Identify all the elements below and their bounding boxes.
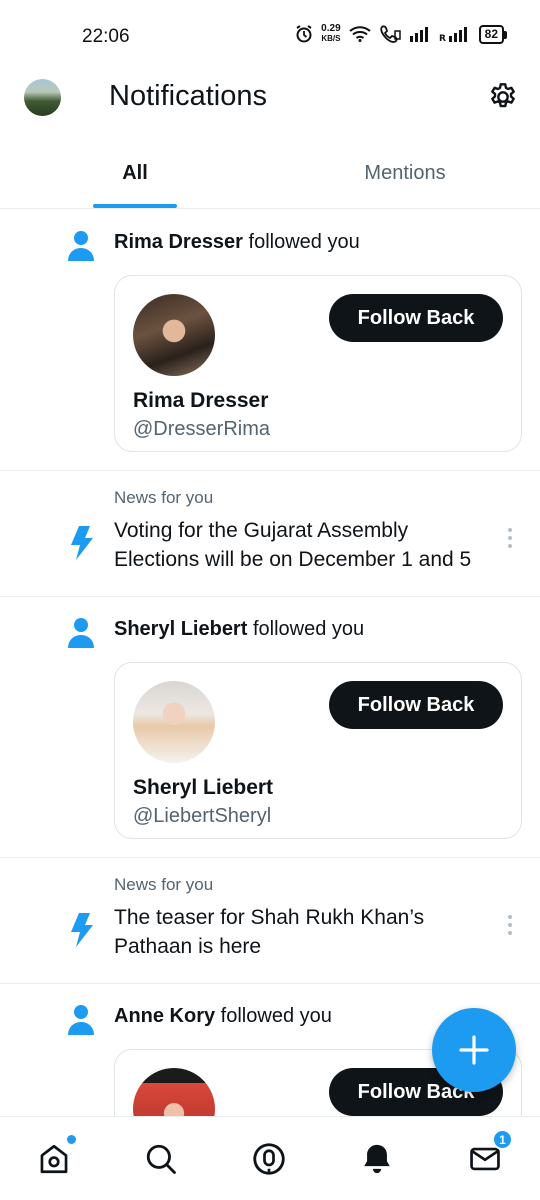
battery-icon: 82 [478,24,508,44]
follow-back-button[interactable]: Follow Back [329,681,503,729]
follow-notification[interactable]: Rima Dresser followed you Follow Back Ri… [0,210,540,471]
status-bar: 22:06 0.29 KB/S R 82 [0,0,540,68]
volte-call-icon [379,25,401,43]
follow-text: Sheryl Liebert followed you [114,618,364,641]
bottom-nav: 1 [0,1116,540,1200]
tab-all-label: All [122,162,148,184]
notifications-bell-icon [364,1144,390,1174]
settings-button[interactable] [486,80,520,114]
home-icon [40,1144,68,1174]
svg-text:R: R [439,34,446,42]
follow-action: followed you [247,618,365,640]
avatar[interactable] [133,294,215,376]
page-title: Notifications [109,80,267,112]
signal-icon [409,27,428,42]
spaces-icon [253,1143,285,1175]
news-text: The teaser for Shah Rukh Khan’s Pathaan … [114,906,425,958]
tab-bar: All Mentions [0,143,540,209]
roaming-signal-icon: R [439,27,467,42]
status-icons: 0.29 KB/S R 82 [295,24,508,44]
user-card[interactable]: Follow Back Sheryl Liebert @LiebertShery… [114,662,522,839]
user-name: Rima Dresser [133,389,269,412]
follower-name[interactable]: Rima Dresser [114,231,243,253]
avatar[interactable] [24,79,61,116]
net-speed-value: 0.29 [321,23,341,34]
lightning-icon [71,526,93,560]
lightning-icon [71,913,93,947]
nav-search[interactable] [139,1137,183,1181]
more-options-icon[interactable] [507,528,513,548]
home-unread-dot [67,1135,76,1144]
compose-button[interactable] [432,1008,516,1092]
person-icon [68,231,94,261]
tab-all[interactable]: All [0,143,270,208]
news-label: News for you [114,875,214,894]
net-speed-unit: KB/S [321,34,341,43]
follower-name[interactable]: Anne Kory [114,1005,215,1027]
follower-name[interactable]: Sheryl Liebert [114,618,247,640]
news-label: News for you [114,488,214,507]
nav-home[interactable] [32,1135,76,1181]
nav-messages[interactable]: 1 [463,1129,513,1181]
user-card[interactable]: Follow Back Rima Dresser @DresserRima [114,275,522,452]
user-handle: @LiebertSheryl [133,805,272,827]
follow-notification[interactable]: Sheryl Liebert followed you Follow Back … [0,597,540,858]
person-icon [68,618,94,648]
follow-action: followed you [242,231,360,253]
gear-icon [491,83,515,108]
notifications-feed[interactable]: Rima Dresser followed you Follow Back Ri… [0,210,540,1116]
tab-mentions[interactable]: Mentions [270,143,540,208]
follow-text: Anne Kory followed you [114,1005,332,1028]
follow-text: Rima Dresser followed you [114,231,360,254]
person-icon [68,1005,94,1035]
follow-back-button[interactable]: Follow Back [329,294,503,342]
user-handle: @DresserRima [133,418,270,440]
nav-notifications[interactable] [355,1137,399,1181]
search-icon [146,1144,176,1174]
header: Notifications [0,68,540,128]
avatar[interactable] [133,681,215,763]
net-speed: 0.29 KB/S [321,24,340,44]
news-notification[interactable]: News for you The teaser for Shah Rukh Kh… [0,858,540,984]
alarm-icon [296,25,312,43]
tab-active-indicator [93,204,177,208]
news-notification[interactable]: News for you Voting for the Gujarat Asse… [0,471,540,597]
more-options-icon[interactable] [507,915,513,935]
avatar[interactable] [133,1068,215,1116]
follow-action: followed you [215,1005,332,1027]
wifi-icon [349,26,371,42]
user-name: Sheryl Liebert [133,776,274,799]
news-text: Voting for the Gujarat Assembly Election… [114,519,472,571]
nav-spaces[interactable] [247,1137,291,1181]
status-time: 22:06 [82,26,130,47]
tab-mentions-label: Mentions [364,162,446,184]
messages-badge: 1 [492,1129,513,1150]
plus-icon [459,1035,489,1065]
